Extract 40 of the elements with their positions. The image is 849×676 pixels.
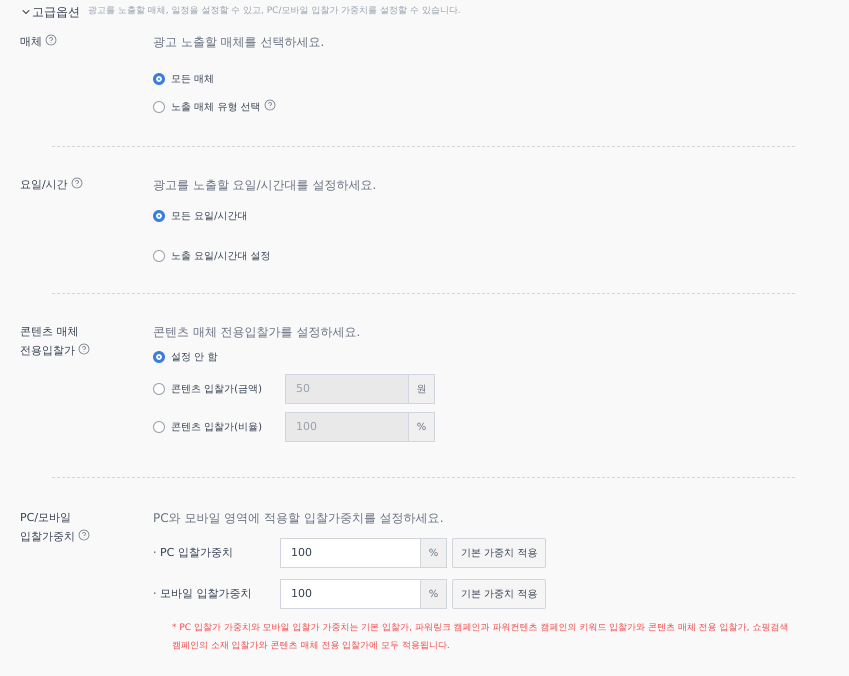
radio-button[interactable]: [153, 73, 165, 85]
unit-label: %: [421, 579, 447, 609]
radio-button[interactable]: [153, 210, 165, 222]
radio-label[interactable]: 모든 요일/시간대: [171, 208, 279, 224]
help-icon[interactable]: [70, 177, 83, 189]
field-label: 콘텐츠 매체 전용입찰가: [20, 322, 153, 360]
radio-button[interactable]: [153, 351, 165, 363]
weight-label: · PC 입찰가중치: [153, 544, 234, 561]
weight-field[interactable]: 100: [280, 579, 421, 609]
section-toggle[interactable]: 고급옵션: [20, 2, 80, 20]
radio-button[interactable]: [153, 101, 165, 113]
section-description: 광고를 노출할 매체, 일정을 설정할 수 있고, PC/모바일 입찰가 가중치를 설정할 수 있습니다.: [88, 4, 461, 18]
field-description: 광고 노출할 매체를 선택하세요.: [153, 34, 324, 51]
help-icon[interactable]: [78, 529, 90, 541]
radio-label[interactable]: 콘텐츠 입찰가(금액): [171, 382, 279, 396]
field-label: PC/모바일 입찰가중치: [20, 508, 153, 546]
help-icon[interactable]: [45, 34, 57, 46]
help-icon[interactable]: [78, 343, 90, 355]
unit-label: 원: [409, 374, 435, 404]
radio-button[interactable]: [153, 250, 165, 262]
field-description: PC와 모바일 영역에 적용할 입찰가중치를 설정하세요.: [153, 510, 445, 527]
field-label: 매체: [20, 32, 153, 51]
field-description: 콘텐츠 매체 전용입찰가를 설정하세요.: [153, 324, 362, 341]
radio-label[interactable]: 모든 매체: [171, 72, 279, 86]
field-label: 요일/시간: [20, 175, 153, 194]
unit-label: %: [409, 412, 435, 442]
radio-label[interactable]: 콘텐츠 입찰가(비율): [171, 420, 279, 434]
radio-label[interactable]: 설정 안 함: [171, 350, 279, 364]
unit-label: %: [421, 538, 447, 568]
radio-button[interactable]: [153, 421, 165, 433]
help-icon[interactable]: [264, 99, 276, 111]
weight-note: * PC 입찰가 가중치와 모바일 입찰가 가중치는 기본 입찰가, 파워링크 캠페인과 파워컨텐츠 캠페인의 키워드 입찰가와 콘텐츠 매체 전용 입찰가, 쇼핑검색 캠페인의 소재 입찰가와 콘텐츠 매체 전용 입찰가에 모두 적용됩니다.: [172, 622, 790, 653]
weight-label: · 모바일 입찰가중치: [153, 586, 252, 602]
default-weight-button[interactable]: 기본 가중치 적용: [452, 579, 546, 609]
radio-button[interactable]: [153, 383, 165, 395]
weight-field[interactable]: 100: [280, 538, 421, 568]
radio-label[interactable]: 노출 매체 유형 선택: [171, 99, 279, 115]
radio-label[interactable]: 노출 요일/시간대 설정: [171, 248, 279, 264]
field-description: 광고를 노출할 요일/시간대를 설정하세요.: [153, 177, 376, 194]
default-weight-button[interactable]: 기본 가중치 적용: [452, 538, 546, 568]
